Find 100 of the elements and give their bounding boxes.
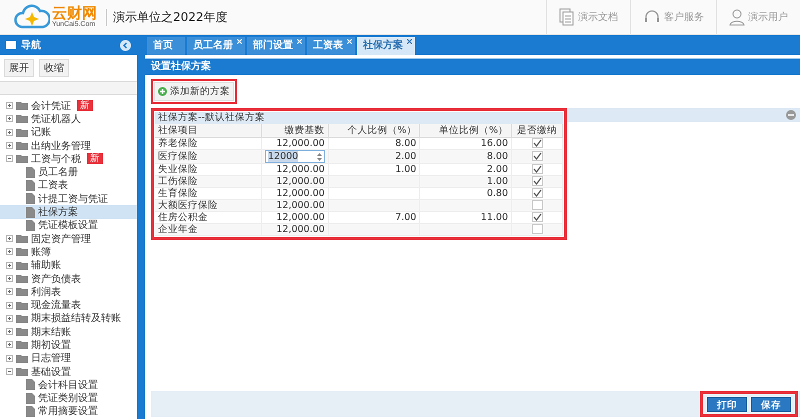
tree-item[interactable]: 计提工资与凭证 [0, 192, 137, 206]
tree-item[interactable]: 记账 [0, 126, 137, 139]
checkbox[interactable] [532, 138, 542, 148]
close-icon[interactable] [407, 39, 412, 44]
plus-icon[interactable] [6, 341, 13, 348]
checkbox[interactable] [532, 212, 542, 222]
plus-icon[interactable] [6, 128, 13, 136]
tree-button[interactable]: 收缩 [39, 59, 69, 77]
folder-icon [16, 234, 28, 244]
tree-item[interactable]: 资产负债表 [0, 272, 137, 286]
minus-icon[interactable] [6, 368, 13, 376]
file-icon [26, 193, 35, 204]
table-cell: 12,000.00 [276, 200, 325, 211]
nav-header: 导航 [0, 35, 137, 55]
tree-item[interactable]: 固定资产管理 [0, 232, 137, 246]
table-cell: 0.80 [486, 188, 508, 199]
tree-item[interactable]: 会计科目设置 [0, 378, 137, 392]
table-cell: 2.00 [486, 164, 508, 175]
plus-icon[interactable] [6, 248, 13, 256]
tree-item[interactable]: 现金流量表 [0, 298, 137, 312]
minus-icon[interactable] [6, 155, 13, 162]
table-title: 社保方案--默认社保方案 [155, 112, 563, 124]
tree-item[interactable]: 辅助账 [0, 258, 137, 272]
file-icon [26, 166, 35, 178]
tree-item[interactable]: 凭证机器人 [0, 112, 137, 126]
tree-item[interactable]: 基础设置 [0, 364, 137, 378]
folder-icon [16, 367, 28, 376]
folder-icon [16, 287, 28, 296]
table-cell: 企业年金 [155, 224, 262, 236]
tree-item[interactable]: 利润表 [0, 285, 137, 298]
tree-item[interactable]: 日志管理 [0, 352, 137, 365]
tree-item[interactable]: 常用摘要设置 [0, 404, 137, 418]
folder-icon [16, 128, 28, 137]
tree-button[interactable]: 展开 [4, 59, 34, 77]
column-header: 是否缴纳 [512, 124, 562, 138]
tree-item[interactable]: 工资与个税 新 [0, 152, 137, 166]
collapse-icon[interactable] [120, 40, 131, 50]
tree-item[interactable]: 凭证模板设置 [0, 218, 137, 232]
tree-item[interactable]: 工资表 [0, 178, 137, 192]
plus-icon[interactable] [6, 262, 13, 269]
column-header: 单位比例（%） [420, 124, 512, 138]
table-cell: 12,000.00 [276, 138, 325, 149]
folder-icon [16, 314, 28, 323]
file-icon [26, 406, 35, 417]
checkbox[interactable] [532, 176, 542, 186]
company-name: 演示单位之2022年度 [106, 8, 228, 26]
folder-icon [16, 340, 28, 350]
plus-icon[interactable] [6, 102, 13, 110]
document-icon [559, 8, 575, 26]
plus-icon[interactable] [6, 314, 13, 322]
plus-icon[interactable] [6, 235, 13, 242]
table-cell: 12,000.00 [276, 224, 325, 235]
checkbox[interactable] [532, 188, 542, 198]
tree-item[interactable]: 期初设置 [0, 338, 137, 352]
table-cell: 2.00 [395, 151, 416, 162]
collapse-panel-icon[interactable] [786, 110, 796, 120]
add-icon [158, 87, 167, 96]
table-cell: 12,000.00 [276, 176, 325, 187]
checkbox[interactable] [532, 200, 542, 210]
plus-icon[interactable] [6, 142, 13, 150]
tree-item[interactable]: 账簿 [0, 245, 137, 259]
plus-icon[interactable] [6, 354, 13, 362]
new-badge: 新 [77, 100, 93, 112]
tree-item[interactable]: 员工名册 [0, 165, 137, 179]
folder-icon [16, 101, 28, 110]
tree-item[interactable]: 期末结账 [0, 325, 137, 338]
folder-icon [16, 274, 28, 283]
spinner-icon[interactable] [316, 152, 322, 160]
checkbox[interactable] [532, 224, 542, 234]
folder-icon [16, 327, 28, 336]
base-input[interactable]: 12000 [265, 150, 325, 163]
table-cell: 8.00 [486, 151, 508, 162]
checkbox[interactable] [532, 151, 542, 162]
tree-item[interactable]: 会计凭证 新 [0, 99, 137, 112]
file-icon [26, 220, 35, 231]
folder-icon [16, 114, 28, 124]
page-title: 设置社保方案 [145, 58, 800, 75]
folder-icon [16, 141, 28, 150]
table-cell: 8.00 [395, 138, 416, 149]
footer-button[interactable]: 保存 [751, 396, 791, 412]
tab[interactable]: 社保方案 [357, 37, 415, 55]
folder-icon [16, 300, 28, 310]
plus-icon[interactable] [6, 328, 13, 336]
tree-item[interactable]: 凭证类别设置 [0, 392, 137, 405]
plus-icon[interactable] [6, 302, 13, 309]
headset-icon [643, 9, 661, 25]
tree-item[interactable]: 社保方案 [0, 205, 137, 219]
footer-button[interactable]: 打印 [707, 396, 747, 412]
column-header: 社保项目 [155, 124, 262, 138]
table-cell: 7.00 [395, 212, 416, 223]
folder-icon [16, 247, 28, 256]
table-cell: 医疗保险 [155, 150, 262, 164]
column-header: 个人比例（%） [328, 124, 420, 138]
tree-item[interactable]: 期末损益结转及转账 [0, 312, 137, 326]
add-scheme-button[interactable]: 添加新的方案 [154, 82, 234, 101]
plus-icon[interactable] [6, 115, 13, 122]
plus-icon[interactable] [6, 275, 13, 282]
checkbox[interactable] [532, 164, 542, 174]
plus-icon[interactable] [6, 288, 13, 296]
tree-item[interactable]: 出纳业务管理 [0, 138, 137, 152]
